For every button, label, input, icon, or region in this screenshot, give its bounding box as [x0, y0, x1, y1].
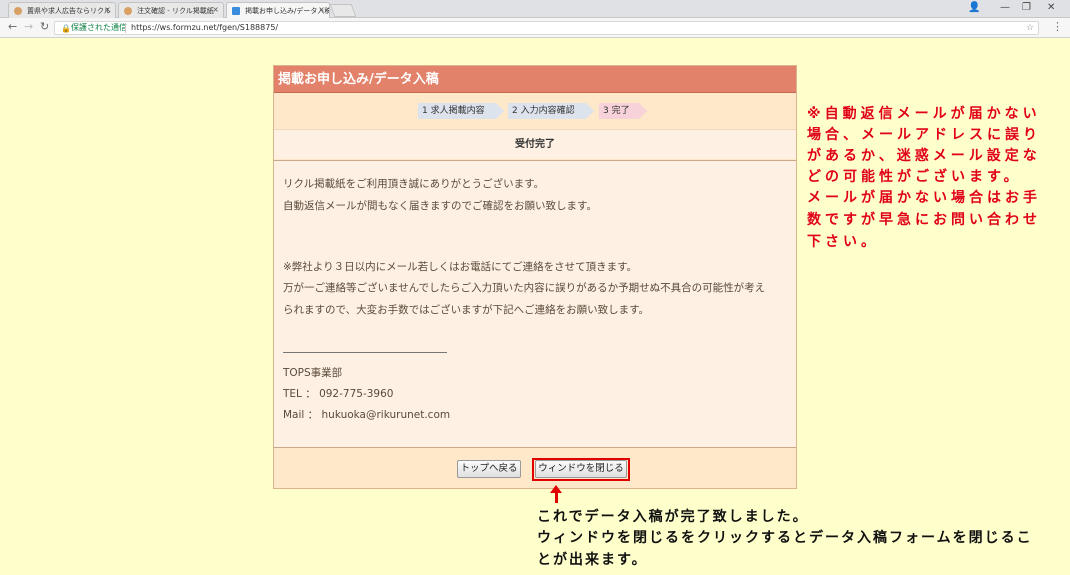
note-line: 下さい。 — [807, 234, 879, 250]
new-tab-button[interactable] — [329, 4, 357, 17]
step-2: 2 入力内容確認 — [508, 103, 594, 119]
note-line: どの可能性がございます。 — [807, 169, 1022, 185]
browser-tab-3-active[interactable]: 掲載お申し込み/データ入稿 × — [226, 2, 330, 18]
tab-close-icon[interactable]: × — [318, 5, 325, 14]
status-heading: 受付完了 — [274, 129, 796, 159]
note-line: ※自動返信メールが届かない — [807, 106, 1041, 122]
tab-label: 掲載お申し込み/データ入稿 — [245, 7, 330, 15]
message-line: リクル掲載紙をご利用頂き誠にありがとうございます。 — [283, 178, 545, 190]
url-text: https://ws.formzu.net/fgen/S188875/ — [131, 23, 279, 32]
contact-mail: Mail ： hukuoka@rikurunet.com — [283, 409, 451, 421]
tab-close-icon[interactable]: × — [104, 5, 111, 14]
divider — [283, 352, 447, 353]
browser-tab-2[interactable]: 注文確認 - リクル掲載紙 × — [118, 2, 224, 18]
highlight-box — [532, 458, 630, 481]
browser-tab-1[interactable]: 置県や求人広告ならリクル × — [8, 2, 116, 18]
site-favicon-icon — [124, 7, 132, 15]
caption-line: ウィンドウを閉じるをクリックするとデータ入稿フォームを閉じるこ — [537, 530, 1033, 546]
form-card: 掲載お申し込み/データ入稿 1 求人掲載内容 2 入力内容確認 3 完了 受付完… — [273, 65, 797, 489]
address-bar: ← → ↻ 🔒 保護された通信 https://ws.formzu.net/fg… — [0, 18, 1070, 38]
contact-dept: TOPS事業部 — [283, 367, 343, 379]
url-field[interactable]: 🔒 保護された通信 https://ws.formzu.net/fgen/S18… — [54, 21, 1039, 35]
step-indicator: 1 求人掲載内容 2 入力内容確認 3 完了 — [274, 93, 796, 129]
message-line: 万が一ご連絡等ございませんでしたらご入力頂いた内容に誤りがあるか予期せぬ不具合の… — [283, 282, 766, 294]
message-line: られますので、大変お手数ではございますが下記へご連絡をお願い致します。 — [283, 304, 650, 316]
message-line: 自動返信メールが間もなく届きますのでご確認をお願い致します。 — [283, 200, 597, 212]
step-1: 1 求人掲載内容 — [418, 103, 504, 119]
form-title: 掲載お申し込み/データ入稿 — [274, 66, 796, 93]
arrow-shaft — [555, 491, 558, 503]
profile-icon[interactable]: 👤 — [968, 2, 980, 13]
note-line: 場合、メールアドレスに誤り — [807, 127, 1041, 143]
note-line: があるか、迷惑メール設定な — [807, 148, 1041, 164]
message-line: ※弊社より３日以内にメール若しくはお電話にてご連絡をさせて頂きます。 — [283, 261, 638, 273]
tab-close-icon[interactable]: × — [212, 5, 219, 14]
reload-icon[interactable]: ↻ — [40, 20, 49, 33]
back-to-top-button[interactable]: トップへ戻る — [457, 460, 521, 478]
message-box: リクル掲載紙をご利用頂き誠にありがとうございます。 自動返信メールが間もなく届き… — [274, 160, 796, 448]
bookmark-star-icon[interactable]: ☆ — [1026, 22, 1034, 34]
divider — [125, 23, 126, 33]
secure-label: 保護された通信 — [71, 23, 127, 32]
minimize-icon[interactable]: — — [1000, 2, 1010, 13]
step-3-current: 3 完了 — [599, 103, 647, 119]
caption-line: これでデータ入稿が完了致しました。 — [537, 509, 809, 525]
window-close-icon[interactable]: ✕ — [1047, 2, 1055, 13]
lock-icon: 🔒 — [61, 24, 71, 33]
browser-tab-bar: 置県や求人広告ならリクル × 注文確認 - リクル掲載紙 × 掲載お申し込み/デ… — [0, 0, 1070, 18]
site-favicon-icon — [14, 7, 22, 15]
back-icon[interactable]: ← — [8, 20, 17, 33]
forward-icon[interactable]: → — [24, 20, 33, 33]
tab-label: 置県や求人広告ならリクル — [27, 7, 111, 15]
note-line: 数ですが早急にお問い合わせ — [807, 212, 1041, 228]
caption-line: とが出来ます。 — [537, 552, 648, 568]
contact-tel: TEL ： 092-775-3960 — [283, 388, 394, 400]
menu-icon[interactable]: ⋮ — [1052, 20, 1063, 33]
form-favicon-icon — [232, 7, 240, 15]
note-line: メールが届かない場合はお手 — [807, 190, 1041, 206]
maximize-icon[interactable]: ❐ — [1022, 2, 1031, 13]
tab-label: 注文確認 - リクル掲載紙 — [137, 7, 214, 15]
